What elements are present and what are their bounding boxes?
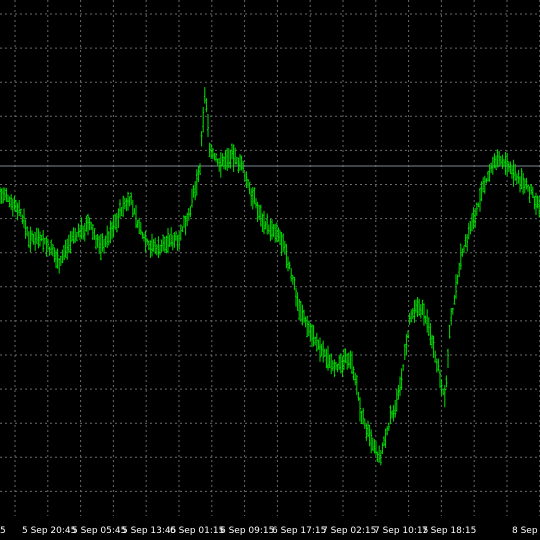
x-tick-label: 6 Sep 17:15 xyxy=(272,526,326,536)
x-tick-label: 7 Sep 10:15 xyxy=(374,526,428,536)
x-tick-label: 8 Sep 0 xyxy=(512,526,540,536)
x-tick-label: 5 Sep 05:45 xyxy=(72,526,126,536)
x-tick-label: 6 Sep 09:15 xyxy=(220,526,274,536)
x-tick-label: 6 Sep 01:15 xyxy=(170,526,224,536)
x-tick-label: 5 Sep 13:45 xyxy=(122,526,176,536)
price-chart[interactable]: 55 Sep 20:455 Sep 05:455 Sep 13:456 Sep … xyxy=(0,0,540,540)
time-axis: 55 Sep 20:455 Sep 05:455 Sep 13:456 Sep … xyxy=(0,526,540,536)
x-tick-label: 5 xyxy=(0,526,6,536)
x-tick-label: 5 Sep 20:45 xyxy=(22,526,76,536)
x-tick-label: 7 Sep 18:15 xyxy=(422,526,476,536)
x-tick-label: 7 Sep 02:15 xyxy=(322,526,376,536)
